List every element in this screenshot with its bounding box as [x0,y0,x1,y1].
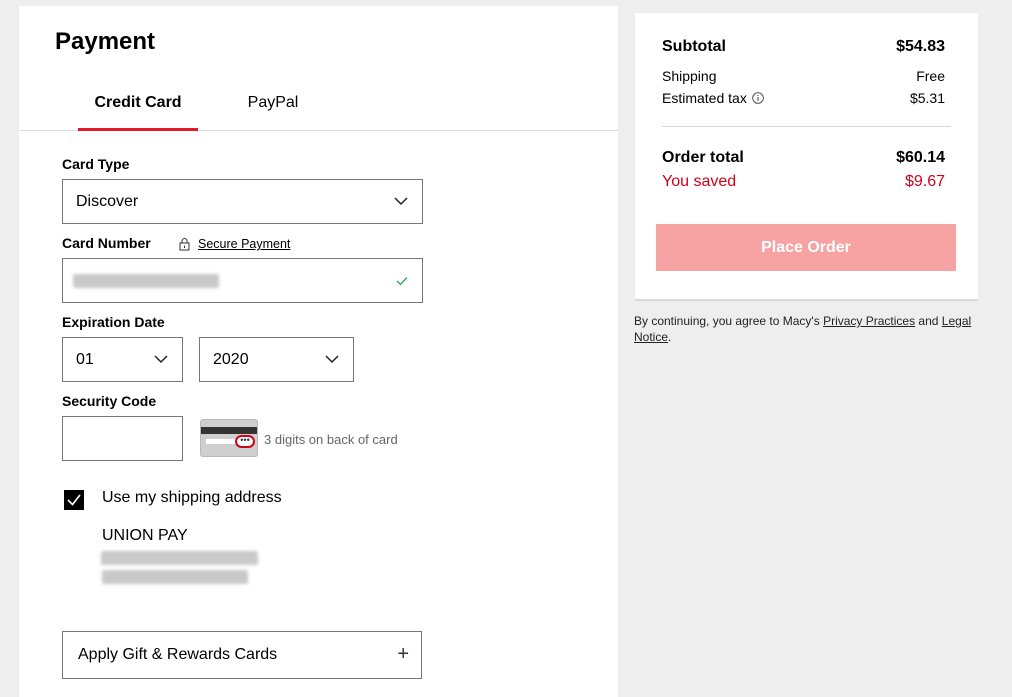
security-code-label: Security Code [62,393,157,409]
subtotal-row: Subtotal $54.83 [662,38,945,56]
billing-address-line2-obscured [102,570,248,584]
billing-address-line1-obscured [101,551,258,565]
security-code-hint: 3 digits on back of card [264,432,398,447]
card-number-field[interactable] [62,258,423,303]
tax-label: Estimated tax [662,90,747,106]
chevron-down-icon [394,197,408,206]
order-total-value: $60.14 [896,149,945,166]
lock-icon [179,237,190,250]
legal-prefix: By continuing, you agree to Macy's [634,314,824,328]
card-type-value: Discover [76,192,139,210]
tax-value: $5.31 [909,90,945,106]
privacy-practices-link[interactable]: Privacy Practices [823,314,915,328]
subtotal-value: $54.83 [896,38,945,55]
use-shipping-address-label: Use my shipping address [102,489,282,506]
plus-icon: + [397,643,409,665]
tab-credit-card[interactable]: Credit Card [78,94,198,131]
card-type-label: Card Type [62,156,130,172]
legal-notice: By continuing, you agree to Macy's Priva… [634,313,984,345]
subtotal-label: Subtotal [662,38,726,55]
expiration-label: Expiration Date [62,314,165,330]
order-total-row: Order total $60.14 [662,149,945,167]
secure-payment: Secure Payment [179,237,290,251]
page-title: Payment [55,28,156,55]
apply-gift-cards-button[interactable]: Apply Gift & Rewards Cards + [62,631,422,679]
chevron-down-icon [154,355,168,364]
card-type-select[interactable]: Discover [62,179,423,224]
card-back-icon: ••• [200,419,258,457]
payment-tabs: Credit Card PayPal [19,86,618,131]
saved-value: $9.67 [904,173,945,190]
check-icon [396,277,408,286]
legal-suffix: . [668,330,672,344]
shipping-label: Shipping [662,68,717,84]
use-shipping-address-checkbox[interactable] [64,490,84,510]
expiration-month-select[interactable]: 01 [62,337,183,382]
secure-payment-link[interactable]: Secure Payment [198,237,290,251]
summary-divider [662,126,951,127]
tax-row: Estimated tax $5.31 [662,90,945,106]
order-summary: Subtotal $54.83 Shipping Free Estimated … [635,13,978,301]
saved-label: You saved [662,173,737,190]
card-number-label: Card Number [62,235,151,251]
chevron-down-icon [325,355,339,364]
shipping-row: Shipping Free [662,68,945,84]
saved-row: You saved $9.67 [662,173,945,191]
expiration-month-value: 01 [76,350,94,368]
billing-address-name: UNION PAY [102,527,188,544]
order-total-label: Order total [662,149,744,166]
shipping-value: Free [916,68,945,84]
expiration-year-select[interactable]: 2020 [199,337,354,382]
expiration-year-value: 2020 [213,350,249,368]
security-code-input[interactable] [62,416,183,461]
apply-gift-cards-label: Apply Gift & Rewards Cards [78,646,278,663]
info-icon[interactable] [752,92,764,104]
tab-paypal[interactable]: PayPal [238,94,308,131]
card-number-obscured [73,274,219,288]
place-order-button[interactable]: Place Order [656,224,956,271]
payment-panel: Payment Credit Card PayPal Card Type Dis… [19,6,618,697]
legal-and: and [915,314,942,328]
checkmark-icon [67,494,81,506]
